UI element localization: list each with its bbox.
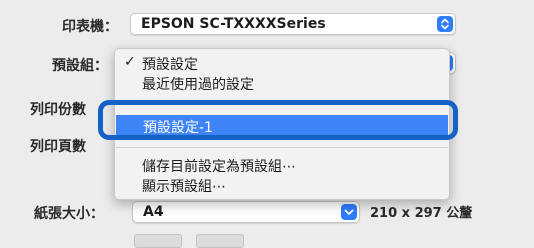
bottom-control[interactable] bbox=[134, 234, 182, 248]
menu-item-label: 顯示預設組⋯ bbox=[142, 179, 226, 195]
menu-item-label: 預設設定 bbox=[142, 57, 198, 73]
chevron-down-icon bbox=[341, 204, 357, 220]
paper-size-dimensions: 210 x 297 公釐 bbox=[370, 206, 473, 221]
paper-size-label: 紙張大小： bbox=[34, 206, 104, 222]
bottom-control[interactable] bbox=[196, 234, 244, 248]
menu-item-show-presets[interactable]: 顯示預設組⋯ bbox=[115, 175, 449, 195]
printer-value: EPSON SC-TXXXXSeries bbox=[141, 16, 326, 32]
pages-label: 列印頁數 bbox=[30, 139, 86, 155]
menu-item-save-as-preset[interactable]: 儲存目前設定為預設組⋯ bbox=[115, 155, 449, 175]
highlight-ring bbox=[98, 100, 458, 140]
menu-separator bbox=[116, 147, 448, 148]
printer-label: 印表機： bbox=[62, 19, 118, 35]
paper-size-popup[interactable]: A4 bbox=[132, 201, 360, 223]
printer-popup[interactable]: EPSON SC-TXXXXSeries bbox=[130, 13, 456, 35]
menu-item-label: 儲存目前設定為預設組⋯ bbox=[142, 159, 296, 175]
up-down-chevron-icon bbox=[437, 16, 453, 32]
menu-item-last-used-settings[interactable]: 最近使用過的設定 bbox=[115, 73, 449, 93]
presets-label: 預設組： bbox=[52, 58, 108, 74]
paper-size-value: A4 bbox=[143, 204, 164, 220]
copies-label: 列印份數 bbox=[30, 102, 86, 118]
menu-item-label: 最近使用過的設定 bbox=[142, 77, 254, 93]
print-dialog: 印表機： EPSON SC-TXXXXSeries 預設組： 列印份數 列印頁數… bbox=[0, 0, 534, 248]
checkmark-icon: ✓ bbox=[124, 54, 136, 70]
menu-item-default-settings[interactable]: ✓ 預設設定 bbox=[115, 53, 449, 73]
